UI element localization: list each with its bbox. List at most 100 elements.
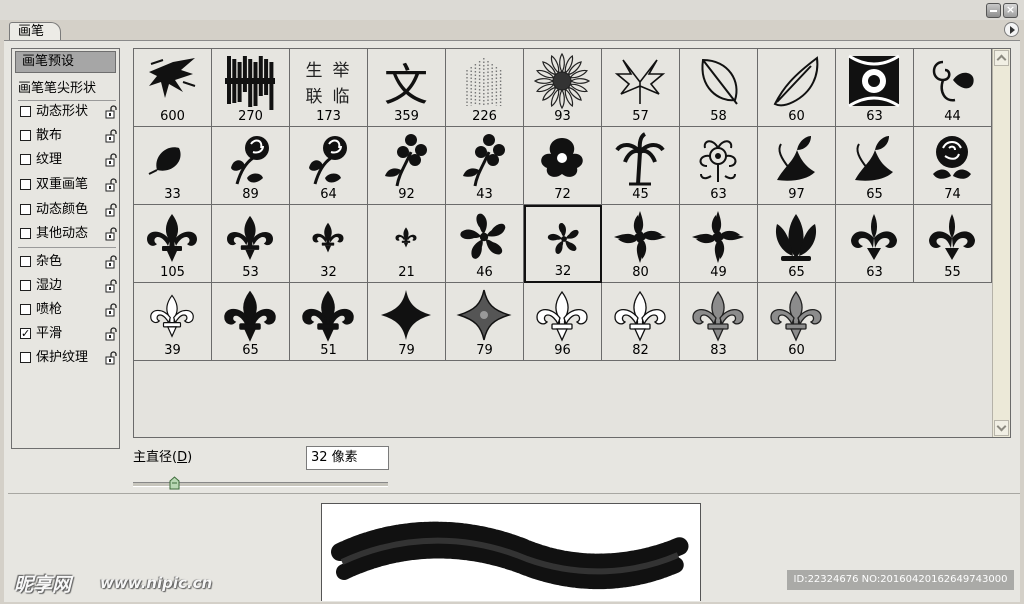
brush-preset[interactable]: 270 [212,49,290,127]
checkbox[interactable] [20,130,31,141]
lock-icon[interactable] [104,178,118,192]
brush-preset[interactable]: 89 [212,127,290,205]
master-diameter-label: 主直径(D) [133,450,193,465]
checkbox-checked[interactable]: ✓ [20,328,31,339]
minimize-icon[interactable] [986,3,1001,18]
checkbox[interactable] [20,256,31,267]
sidebar-option[interactable]: 纹理 [20,149,118,171]
brush-preset[interactable]: 45 [602,127,680,205]
brush-size-label: 58 [710,109,727,124]
lock-icon[interactable] [104,129,118,143]
brush-preset[interactable]: 97 [758,127,836,205]
brush-preset[interactable]: 53 [212,205,290,283]
sidebar-option[interactable]: 动态形状 [20,101,118,123]
sidebar-option[interactable]: 杂色 [20,251,118,273]
brush-preset[interactable]: 600 [134,49,212,127]
brush-preset[interactable]: 43 [446,127,524,205]
brush-preset[interactable]: 58 [680,49,758,127]
sidebar-option[interactable]: 其他动态 [20,223,118,245]
brush-preset[interactable]: 文 359 [368,49,446,127]
brush-preset[interactable]: 79 [446,283,524,361]
sidebar-option[interactable]: 湿边 [20,275,118,297]
scroll-down-icon[interactable] [994,420,1009,436]
brush-preset[interactable]: 32 [290,205,368,283]
lock-icon[interactable] [104,351,118,365]
brush-preset[interactable]: 60 [758,49,836,127]
lock-icon[interactable] [104,279,118,293]
lock-icon[interactable] [104,327,118,341]
brush-preset[interactable]: 93 [524,49,602,127]
brush-size-label: 55 [944,265,961,280]
lock-icon[interactable] [104,203,118,217]
brush-size-label: 65 [788,265,805,280]
brush-preset[interactable]: 105 [134,205,212,283]
brush-size-label: 43 [476,187,493,202]
sidebar-option[interactable]: 保护纹理 [20,347,118,369]
checkbox[interactable] [20,106,31,117]
checkbox[interactable] [20,204,31,215]
panel-menu-arrow-icon[interactable] [1004,22,1019,37]
sidebar-item-brush-tip-shape[interactable]: 画笔笔尖形状 [18,78,116,101]
brush-preset[interactable]: 65 [836,127,914,205]
grunge-crowd-brush-icon [225,56,275,110]
sidebar-option[interactable]: ✓ 平滑 [20,323,118,345]
brush-preset[interactable]: 44 [914,49,992,127]
sidebar-item-brush-presets[interactable]: 画笔预设 [15,51,116,73]
scroll-up-icon[interactable] [994,50,1009,66]
scroll-crown-brush-icon [851,214,897,260]
brush-preset[interactable]: 80 [602,205,680,283]
brush-preset[interactable]: 55 [914,205,992,283]
lock-icon[interactable] [104,303,118,317]
fleur-de-lis-brush-icon [312,222,344,253]
diameter-slider-thumb[interactable] [169,476,180,490]
brush-preset[interactable]: 65 [212,283,290,361]
brush-preset[interactable]: 46 [446,205,524,283]
brush-preset[interactable]: 74 [914,127,992,205]
brush-preset-selected[interactable]: 32 [524,205,602,283]
brush-preset[interactable]: 63 [680,127,758,205]
lock-icon[interactable] [104,255,118,269]
brush-preset[interactable]: 82 [602,283,680,361]
tab-brushes[interactable]: 画笔 [9,22,62,41]
brush-preset[interactable]: 96 [524,283,602,361]
checkbox[interactable] [20,228,31,239]
lock-icon[interactable] [104,227,118,241]
sidebar-option[interactable]: 喷枪 [20,299,118,321]
brush-preset[interactable]: 226 [446,49,524,127]
sidebar-option[interactable]: 双重画笔 [20,174,118,196]
lock-icon[interactable] [104,105,118,119]
baroque-flower-brush-icon [699,140,737,182]
brush-preset[interactable]: 64 [290,127,368,205]
brush-preset[interactable]: 生举联临 173 [290,49,368,127]
sidebar-option[interactable]: 动态颜色 [20,199,118,221]
vertical-scrollbar[interactable] [992,49,1010,437]
brush-size-label: 65 [242,343,259,358]
checkbox[interactable] [20,304,31,315]
brush-preset[interactable]: 21 [368,205,446,283]
brush-size-label: 79 [476,343,493,358]
brush-preset[interactable]: 79 [368,283,446,361]
master-diameter-input[interactable]: 32 像素 [306,446,389,470]
brush-preset[interactable]: 63 [836,205,914,283]
brush-preset[interactable]: 51 [290,283,368,361]
sidebar-option-label: 保护纹理 [36,350,89,365]
brush-preset[interactable]: 63 [836,49,914,127]
brush-preset[interactable]: 33 [134,127,212,205]
brush-preset[interactable]: 83 [680,283,758,361]
brush-preset[interactable]: 92 [368,127,446,205]
brush-size-label: 96 [554,343,571,358]
brush-preset[interactable]: 39 [134,283,212,361]
checkbox[interactable] [20,154,31,165]
close-icon[interactable]: × [1003,3,1018,18]
brush-preset[interactable]: 49 [680,205,758,283]
brush-preset[interactable]: 60 [758,283,836,361]
checkbox[interactable] [20,280,31,291]
brush-preset[interactable]: 65 [758,205,836,283]
damask-cross-brush-icon [614,211,666,263]
checkbox[interactable] [20,352,31,363]
checkbox[interactable] [20,179,31,190]
sidebar-option[interactable]: 散布 [20,125,118,147]
lock-icon[interactable] [104,153,118,167]
brush-preset[interactable]: 57 [602,49,680,127]
brush-preset[interactable]: 72 [524,127,602,205]
